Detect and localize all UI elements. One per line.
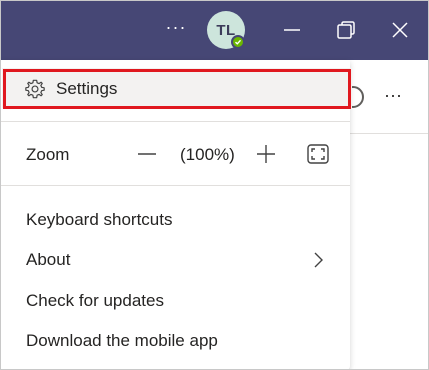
about-item[interactable]: About <box>26 250 70 270</box>
more-options-icon[interactable]: ··· <box>164 18 188 42</box>
background-more-icon[interactable]: ··· <box>381 86 405 110</box>
zoom-label: Zoom <box>26 145 70 164</box>
check-for-updates-item[interactable]: Check for updates <box>26 291 164 311</box>
zoom-in-icon[interactable] <box>255 143 277 165</box>
menu-divider <box>0 185 350 186</box>
download-mobile-app-item[interactable]: Download the mobile app <box>26 331 218 351</box>
presence-available-icon <box>231 35 245 49</box>
zoom-level: (100%) <box>180 145 235 164</box>
keyboard-shortcuts-item[interactable]: Keyboard shortcuts <box>26 210 172 230</box>
gear-icon <box>25 79 45 99</box>
zoom-out-icon[interactable] <box>136 143 158 165</box>
close-icon[interactable] <box>388 18 412 42</box>
fullscreen-icon[interactable] <box>306 143 330 165</box>
restore-icon[interactable] <box>334 18 358 42</box>
chevron-right-icon <box>314 252 323 268</box>
settings-label: Settings <box>56 79 118 98</box>
menu-divider <box>0 121 350 122</box>
minimize-icon[interactable] <box>280 18 304 42</box>
